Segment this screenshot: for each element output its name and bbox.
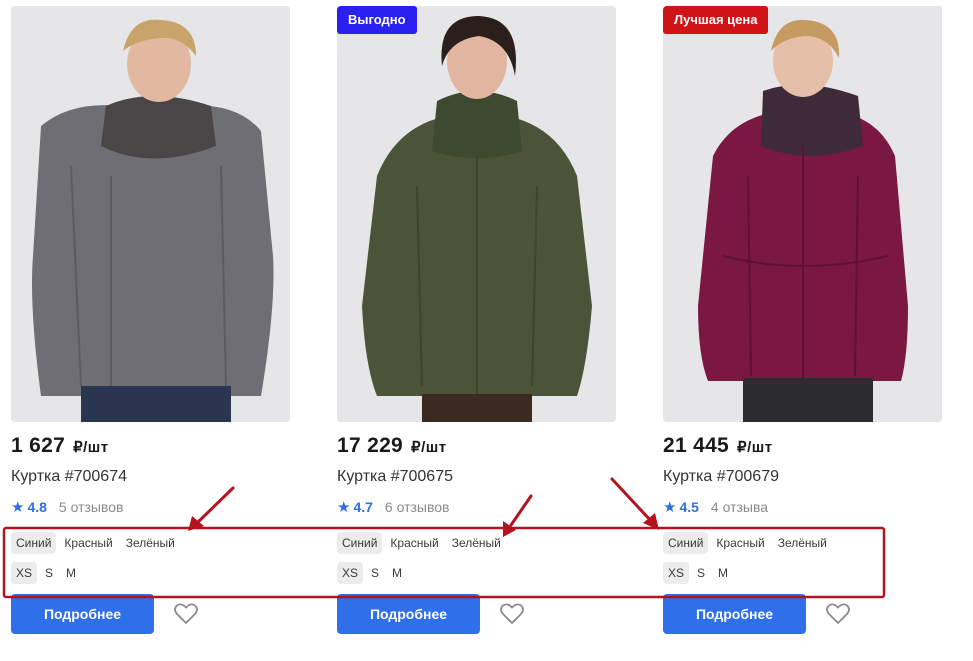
product-photo[interactable] [11,6,290,422]
color-option[interactable]: Красный [59,532,117,554]
price-unit: ₽/шт [411,439,447,456]
price: 21 445 ₽/шт [663,434,942,460]
color-option[interactable]: Синий [663,532,709,554]
badge-best-price: Лучшая цена [663,6,769,34]
reviews-link[interactable]: 5 отзывов [59,499,124,515]
heart-icon[interactable] [499,602,525,626]
product-card: 1 627 ₽/шт Куртка #700674 ★ 4.8 5 отзыво… [11,6,290,634]
color-option[interactable]: Красный [711,532,769,554]
arrow-icon [610,477,659,530]
color-option[interactable]: Красный [385,532,443,554]
size-option[interactable]: M [387,562,407,584]
size-option[interactable]: S [366,562,384,584]
reviews-link[interactable]: 6 отзывов [385,499,450,515]
color-options: Синий Красный Зелёный [11,532,290,554]
price-value: 1 627 [11,434,66,457]
heart-icon[interactable] [825,602,851,626]
card-actions: Подробнее [11,594,290,634]
price-unit: ₽/шт [737,439,773,456]
size-option[interactable]: M [713,562,733,584]
star-icon: ★ [337,499,351,516]
color-option[interactable]: Синий [337,532,383,554]
color-options: Синий Красный Зелёный [663,532,942,554]
size-options: XS S M [11,562,290,584]
product-photo[interactable]: Лучшая цена [663,6,942,422]
size-option[interactable]: XS [11,562,38,584]
color-option[interactable]: Зелёный [121,532,180,554]
reviews-link[interactable]: 4 отзыва [711,499,768,515]
rating: ★ 4.8 5 отзывов [11,498,290,516]
product-title[interactable]: Куртка #700679 [663,468,942,488]
product-photo[interactable]: Выгодно [337,6,616,422]
size-options: XS S M [663,562,942,584]
star-icon: ★ [11,499,25,516]
size-options: XS S M [337,562,616,584]
size-option[interactable]: S [692,562,710,584]
heart-icon[interactable] [173,602,199,626]
price: 1 627 ₽/шт [11,434,290,460]
color-option[interactable]: Зелёный [773,532,832,554]
price-value: 21 445 [663,434,730,457]
size-option[interactable]: M [61,562,81,584]
jacket-model-image [663,6,942,422]
color-option[interactable]: Синий [11,532,57,554]
size-option[interactable]: XS [337,562,364,584]
product-title[interactable]: Куртка #700675 [337,468,616,488]
rating-value: 4.5 [679,499,699,515]
color-options: Синий Красный Зелёный [337,532,616,554]
badge-deal: Выгодно [337,6,417,34]
rating-value: 4.8 [27,499,47,515]
details-button[interactable]: Подробнее [337,594,480,634]
jacket-model-image [337,6,616,422]
product-title[interactable]: Куртка #700674 [11,468,290,488]
size-option[interactable]: S [40,562,58,584]
size-option[interactable]: XS [663,562,690,584]
product-card: Лучшая цена 21 445 ₽/шт Куртка #700679 ★… [663,6,942,634]
rating: ★ 4.5 4 отзыва [663,498,942,516]
price: 17 229 ₽/шт [337,434,616,460]
rating-value: 4.7 [353,499,373,515]
price-unit: ₽/шт [73,439,109,456]
rating: ★ 4.7 6 отзывов [337,498,616,516]
details-button[interactable]: Подробнее [663,594,806,634]
color-option[interactable]: Зелёный [447,532,506,554]
card-actions: Подробнее [337,594,616,634]
star-icon: ★ [663,499,677,516]
card-actions: Подробнее [663,594,942,634]
price-value: 17 229 [337,434,404,457]
jacket-model-image [11,6,290,422]
product-card: Выгодно 17 229 ₽/шт Куртка #700675 ★ 4.7… [337,6,616,634]
details-button[interactable]: Подробнее [11,594,154,634]
